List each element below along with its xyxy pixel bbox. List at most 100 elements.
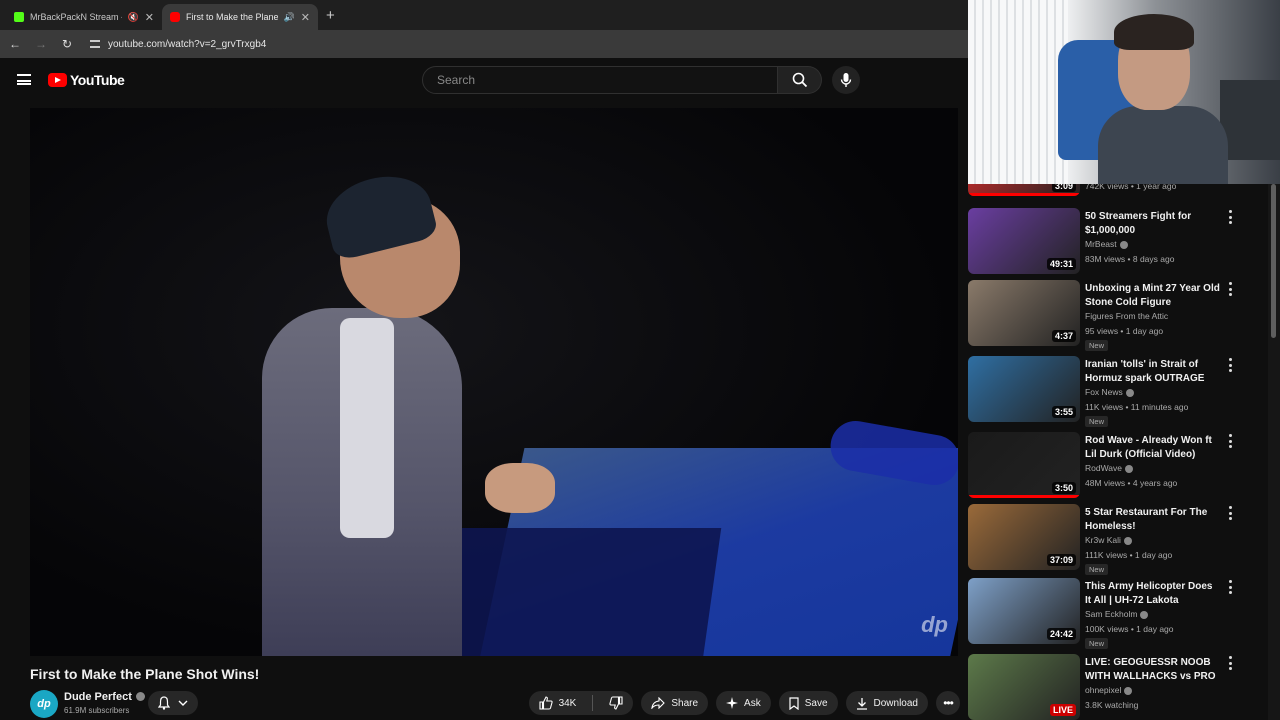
close-tab-icon[interactable]: ✕ [145, 11, 154, 24]
search-bar [422, 66, 860, 94]
menu-dot [1228, 369, 1232, 372]
recommendation-item[interactable]: 4:37 Unboxing a Mint 27 Year Old Stone Co… [968, 280, 1268, 352]
channel-name[interactable]: Dude Perfect [64, 691, 132, 703]
thumbs-up-icon [539, 696, 553, 710]
browser-tab-youtube[interactable]: First to Make the Plane Sho 🔊 ✕ [162, 4, 318, 30]
search-button[interactable] [778, 66, 822, 94]
video-thumbnail[interactable]: 37:09 [968, 504, 1080, 570]
new-badge: New [1085, 340, 1109, 351]
menu-dot [1228, 434, 1232, 437]
recommendation-title[interactable]: 5 Star Restaurant For The Homeless! [1085, 506, 1220, 534]
recommendation-item[interactable]: LIVE LIVE: GEOGUESSR NOOB WITH WALLHACKS … [968, 654, 1268, 720]
menu-icon[interactable] [17, 74, 31, 85]
recommendation-channel-wrap[interactable]: Fox News [1085, 387, 1134, 397]
recommendation-title[interactable]: 50 Streamers Fight for $1,000,000 [1085, 210, 1220, 238]
duration-badge: 3:50 [1051, 482, 1076, 494]
sidebar-scrollbar[interactable] [1268, 184, 1280, 720]
new-badge: New [1085, 638, 1109, 649]
more-vertical-icon[interactable] [1226, 434, 1234, 448]
more-vertical-icon[interactable] [1226, 210, 1234, 224]
video-thumbnail[interactable]: 4:37 [968, 280, 1080, 346]
video-thumbnail[interactable]: 3:50 [968, 432, 1080, 498]
recommendation-item[interactable]: 3:50 Rod Wave - Already Won ft Lil Durk (… [968, 432, 1268, 504]
video-thumbnail[interactable]: LIVE [968, 654, 1080, 720]
dislike-button[interactable] [599, 691, 633, 715]
verified-icon [1140, 610, 1149, 619]
url-field[interactable]: youtube.com/watch?v=2_grvTrxgb4 [90, 39, 266, 50]
recommendation-title[interactable]: This Army Helicopter Does It All | UH-72… [1085, 580, 1220, 608]
recommendation-item[interactable]: 49:31 50 Streamers Fight for $1,000,000 Mr… [968, 208, 1268, 280]
menu-dot [1228, 282, 1232, 285]
save-button[interactable]: Save [778, 691, 838, 715]
forward-arrow-icon[interactable]: → [34, 37, 48, 51]
recommendation-channel[interactable]: MrBeast [1085, 239, 1117, 249]
video-player[interactable]: dp [30, 108, 958, 656]
recommendation-title[interactable]: Unboxing a Mint 27 Year Old Stone Cold F… [1085, 282, 1220, 310]
video-thumbnail[interactable]: 3:09 [968, 184, 1080, 196]
video-thumbnail[interactable]: 49:31 [968, 208, 1080, 274]
verified-icon [1125, 388, 1134, 397]
recommendation-channel-wrap[interactable]: Figures From the Attic [1085, 311, 1168, 321]
recommendation-channel-wrap[interactable]: RodWave [1085, 463, 1134, 473]
download-button[interactable]: Download [845, 691, 928, 715]
speaker-icon[interactable]: 🔊 [284, 12, 295, 23]
duration-badge: 49:31 [1046, 258, 1076, 270]
share-button[interactable]: Share [641, 691, 709, 715]
duration-badge: 4:37 [1051, 330, 1076, 342]
thumbs-down-icon [609, 696, 623, 710]
recommendation-channel[interactable]: Sam Eckholm [1085, 609, 1137, 619]
new-tab-button[interactable]: + [326, 7, 335, 24]
scrollbar-thumb[interactable] [1271, 184, 1276, 338]
recommendation-title[interactable]: LIVE: GEOGUESSR NOOB WITH WALLHACKS vs P… [1085, 656, 1220, 684]
menu-dot [1228, 221, 1232, 224]
close-tab-icon[interactable]: ✕ [301, 11, 310, 24]
recommendation-item[interactable]: 3:55 Iranian 'tolls' in Strait of Hormuz … [968, 356, 1268, 428]
site-settings-icon[interactable] [90, 40, 100, 48]
search-input[interactable] [422, 66, 778, 94]
menu-dot [1228, 585, 1232, 589]
ask-button[interactable]: Ask [716, 691, 771, 715]
recommendation-item[interactable]: 37:09 5 Star Restaurant For The Homeless!… [968, 504, 1268, 576]
reload-icon[interactable]: ↻ [60, 37, 74, 51]
recommendation-meta: 11K views • 11 minutes ago [1085, 402, 1189, 412]
back-arrow-icon[interactable]: ← [8, 37, 22, 51]
recommendation-channel[interactable]: Fox News [1085, 387, 1123, 397]
recommendation-channel-wrap[interactable]: Sam Eckholm [1085, 609, 1149, 619]
recommendation-channel-wrap[interactable]: Kr3w Kali [1085, 535, 1132, 545]
recommendation-channel[interactable]: RodWave [1085, 463, 1122, 473]
muted-speaker-icon[interactable]: 🔇 [128, 12, 139, 23]
more-actions-button[interactable]: ••• [936, 691, 960, 715]
like-button[interactable]: 34K [529, 691, 587, 715]
recommendation-title[interactable]: Rod Wave - Already Won ft Lil Durk (Offi… [1085, 434, 1220, 462]
url-text: youtube.com/watch?v=2_grvTrxgb4 [108, 38, 267, 50]
more-vertical-icon[interactable] [1226, 282, 1234, 296]
recommendation-channel[interactable]: Figures From the Attic [1085, 311, 1168, 321]
menu-dot [1228, 667, 1232, 670]
recommendation-channel[interactable]: ohnepixel [1085, 685, 1121, 695]
video-thumbnail[interactable]: 3:55 [968, 356, 1080, 422]
browser-tab-kick[interactable]: MrBackPackN Stream - Wa 🔇 ✕ [6, 4, 162, 30]
channel-watermark[interactable]: dp [921, 612, 948, 638]
menu-dot [1228, 506, 1232, 509]
recommendation-channel-wrap[interactable]: MrBeast [1085, 239, 1128, 249]
video-thumbnail[interactable]: 24:42 [968, 578, 1080, 644]
more-vertical-icon[interactable] [1226, 580, 1234, 594]
channel-avatar[interactable]: dp [30, 690, 58, 718]
recommendation-channel[interactable]: Kr3w Kali [1085, 535, 1121, 545]
recommendation-item[interactable]: 24:42 This Army Helicopter Does It All | … [968, 578, 1268, 650]
duration-badge: 3:09 [1051, 184, 1076, 192]
youtube-logo[interactable]: YouTube [48, 72, 125, 88]
subscriber-count: 61.9M subscribers [64, 706, 130, 715]
channel-name-wrap[interactable]: Dude Perfect [64, 691, 145, 703]
more-vertical-icon[interactable] [1226, 506, 1234, 520]
notification-bell-button[interactable] [148, 691, 198, 715]
tab-title: First to Make the Plane Sho [186, 12, 278, 22]
recommendation-channel-wrap[interactable]: ohnepixel [1085, 685, 1133, 695]
more-vertical-icon[interactable] [1226, 656, 1234, 670]
recommendation-meta: 742K views • 1 year ago [1085, 184, 1177, 191]
voice-search-button[interactable] [832, 66, 860, 94]
menu-dot [1228, 511, 1232, 515]
recommendation-title[interactable]: Iranian 'tolls' in Strait of Hormuz spar… [1085, 358, 1220, 386]
more-vertical-icon[interactable] [1226, 358, 1234, 372]
menu-dot [1228, 445, 1232, 448]
